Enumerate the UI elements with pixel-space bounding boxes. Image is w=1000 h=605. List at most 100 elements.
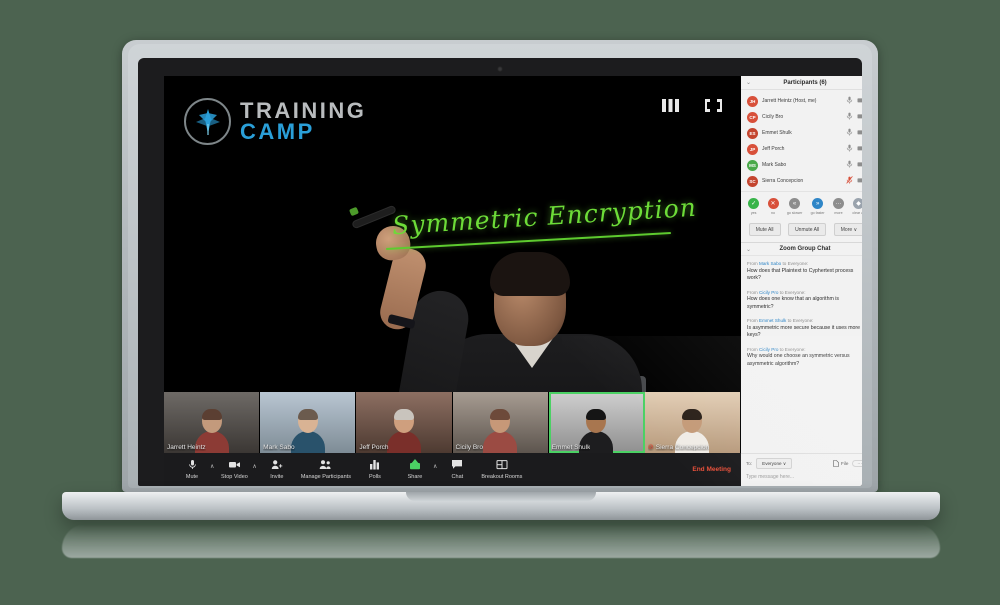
participant-status-icons [846,96,862,106]
reactions-bar: ✓ yes ✕ no « go slower » go faster ··· more ◆ clear… [741,191,862,219]
participant-thumbnail[interactable]: ⊘ Sierra Concepcion [644,392,742,453]
chat-more-menu-button[interactable]: ··· [852,460,862,467]
toolbar-invite-button[interactable]: Invite [257,459,297,480]
chat-message: From Mark Sabo to Everyone: How does that… [747,261,862,283]
microphone-icon[interactable] [846,144,853,154]
reaction-go-slower-label: go slower [786,211,803,215]
participant-thumbnail[interactable]: Jeff Porch [356,392,453,453]
toolbar-share-button[interactable]: Share [395,459,435,480]
avatar: CP [747,111,758,123]
chat-recipient-select[interactable]: Everyone ∨ [756,458,793,469]
toolbar-item-label: Breakout Rooms [481,474,523,480]
microphone-icon [187,459,198,473]
reaction-go-faster-button[interactable]: » go faster [811,198,825,215]
toolbar-manage-participants-button[interactable]: Manage Participants [297,459,355,480]
chat-file-label: File [841,461,849,466]
video-camera-icon[interactable] [857,177,862,186]
reaction-more-button[interactable]: ··· more [832,198,844,215]
microphone-icon[interactable] [846,96,853,106]
participant-thumbnail[interactable]: Cicily Bro [452,392,549,453]
thumbnail-name-label: Mark Sabo [263,444,294,451]
chat-message: From Emmet Shulk to Everyone: Is asymmetr… [747,318,862,340]
marker-pen-icon [352,205,396,229]
participant-row[interactable]: CP Cicily Bro [741,109,862,125]
toolbar-item-label: Stop Video [221,474,248,480]
thumbnail-avatar [386,409,421,453]
reaction-clear-all-button[interactable]: ◆ clear all [852,198,862,215]
polls-bars-icon [369,459,380,473]
participant-row[interactable]: SC Sierra Concepcion [741,173,862,189]
chat-to-label: To: [746,461,753,466]
microphone-icon[interactable] [846,112,853,122]
laptop-lid: TRAINING CAMP Symmetric Encryption Jarre… [122,40,878,492]
toolbar-mute-button[interactable]: Mute [172,459,212,480]
microphone-muted-icon[interactable] [846,176,853,186]
avatar: MS [747,159,758,171]
chat-message-sender: From Mark Sabo to Everyone: [747,261,809,266]
toolbar-item-label: Invite [270,474,284,480]
meeting-toolbar: Mute ∧ Stop Video ∧ Invite Manage Participant… [164,453,741,486]
toolbar-breakout-rooms-button[interactable]: Breakout Rooms [477,459,526,480]
participant-row[interactable]: ES Emmet Shulk [741,125,862,141]
toolbar-stop-video-button[interactable]: Stop Video [214,459,254,480]
chat-file-button[interactable]: File [833,460,848,467]
participant-name: Jarrett Heintz (Host, me) [762,98,817,104]
chat-message-text: How does one know that an algorithm is s… [747,296,839,310]
laptop-reflection [62,524,940,558]
chat-message: From Cicily Pro to Everyone: How does one… [747,290,862,312]
avatar: JH [747,95,758,107]
thumbnail-name-text: Jarrett Heintz [167,444,206,451]
toolbar-item-label: Manage Participants [300,474,351,480]
participant-thumbnail[interactable]: Mark Sabo [260,392,357,453]
thumbnail-name-label: Emmet Shulk [552,444,591,451]
microphone-icon[interactable] [846,160,853,170]
mute-all-button[interactable]: Mute All [748,223,781,236]
thumbnail-name-text: Mark Sabo [263,444,295,451]
thumbnail-name-text: Sierra Concepcion [655,443,710,451]
participants-more-button[interactable]: More ∨ [833,223,862,236]
reaction-go-faster-label: go faster [810,211,825,215]
reaction-no-label: no [771,211,776,215]
participant-name: Jeff Porch [762,146,785,152]
thumbnail-avatar [290,409,325,453]
thumbnail-name-text: Cicily Bro [455,444,483,451]
unmute-all-button[interactable]: Unmute All [788,223,827,236]
screen-bezel: TRAINING CAMP Symmetric Encryption Jarre… [138,58,862,486]
microphone-icon[interactable] [846,128,853,138]
presenter-hair [490,252,570,296]
file-icon [833,460,839,467]
laptop-base [62,492,940,520]
participant-thumbnail[interactable]: Emmet Shulk [548,392,645,453]
zoom-meeting-window: TRAINING CAMP Symmetric Encryption Jarre… [164,76,862,486]
participant-thumbnail[interactable]: Jarrett Heintz [164,392,261,453]
reaction-clear-all-icon: ◆ [853,198,862,209]
chat-message-input[interactable]: Type message here... [746,473,862,481]
video-camera-icon[interactable] [857,145,862,154]
reaction-go-faster-icon: » [812,198,824,209]
end-meeting-button[interactable]: End Meeting [692,466,733,473]
avatar: ES [747,127,758,139]
video-camera-icon[interactable] [857,161,862,170]
webcam-icon [497,66,503,72]
reaction-yes-button[interactable]: ✓ yes [748,198,760,215]
toolbar-polls-button[interactable]: Polls [355,459,395,480]
reaction-no-icon: ✕ [767,198,779,209]
chat-message: From Cicily Pro to Everyone: Why would on… [747,347,862,369]
reaction-go-slower-button[interactable]: « go slower [787,198,802,215]
participant-row[interactable]: JP Jeff Porch [741,141,862,157]
avatar: SC [747,175,758,187]
participant-status-icons [846,160,862,170]
laptop-base-notch [406,492,596,501]
participants-panel-header: ⌄ Participants (6) [741,76,862,90]
toolbar-chat-button[interactable]: Chat [437,459,477,480]
video-camera-icon[interactable] [857,97,862,106]
video-camera-icon[interactable] [857,113,862,122]
chat-message-sender: From Cicily Pro to Everyone: [747,346,806,352]
participant-row[interactable]: MS Mark Sabo [741,157,862,173]
video-camera-icon[interactable] [857,129,862,138]
participant-name: Cicily Bro [762,114,784,120]
marker-tip [348,206,360,217]
participant-row[interactable]: JH Jarrett Heintz (Host, me) [741,93,862,109]
thumbnail-name-text: Jeff Porch [359,444,389,451]
reaction-no-button[interactable]: ✕ no [767,198,779,215]
